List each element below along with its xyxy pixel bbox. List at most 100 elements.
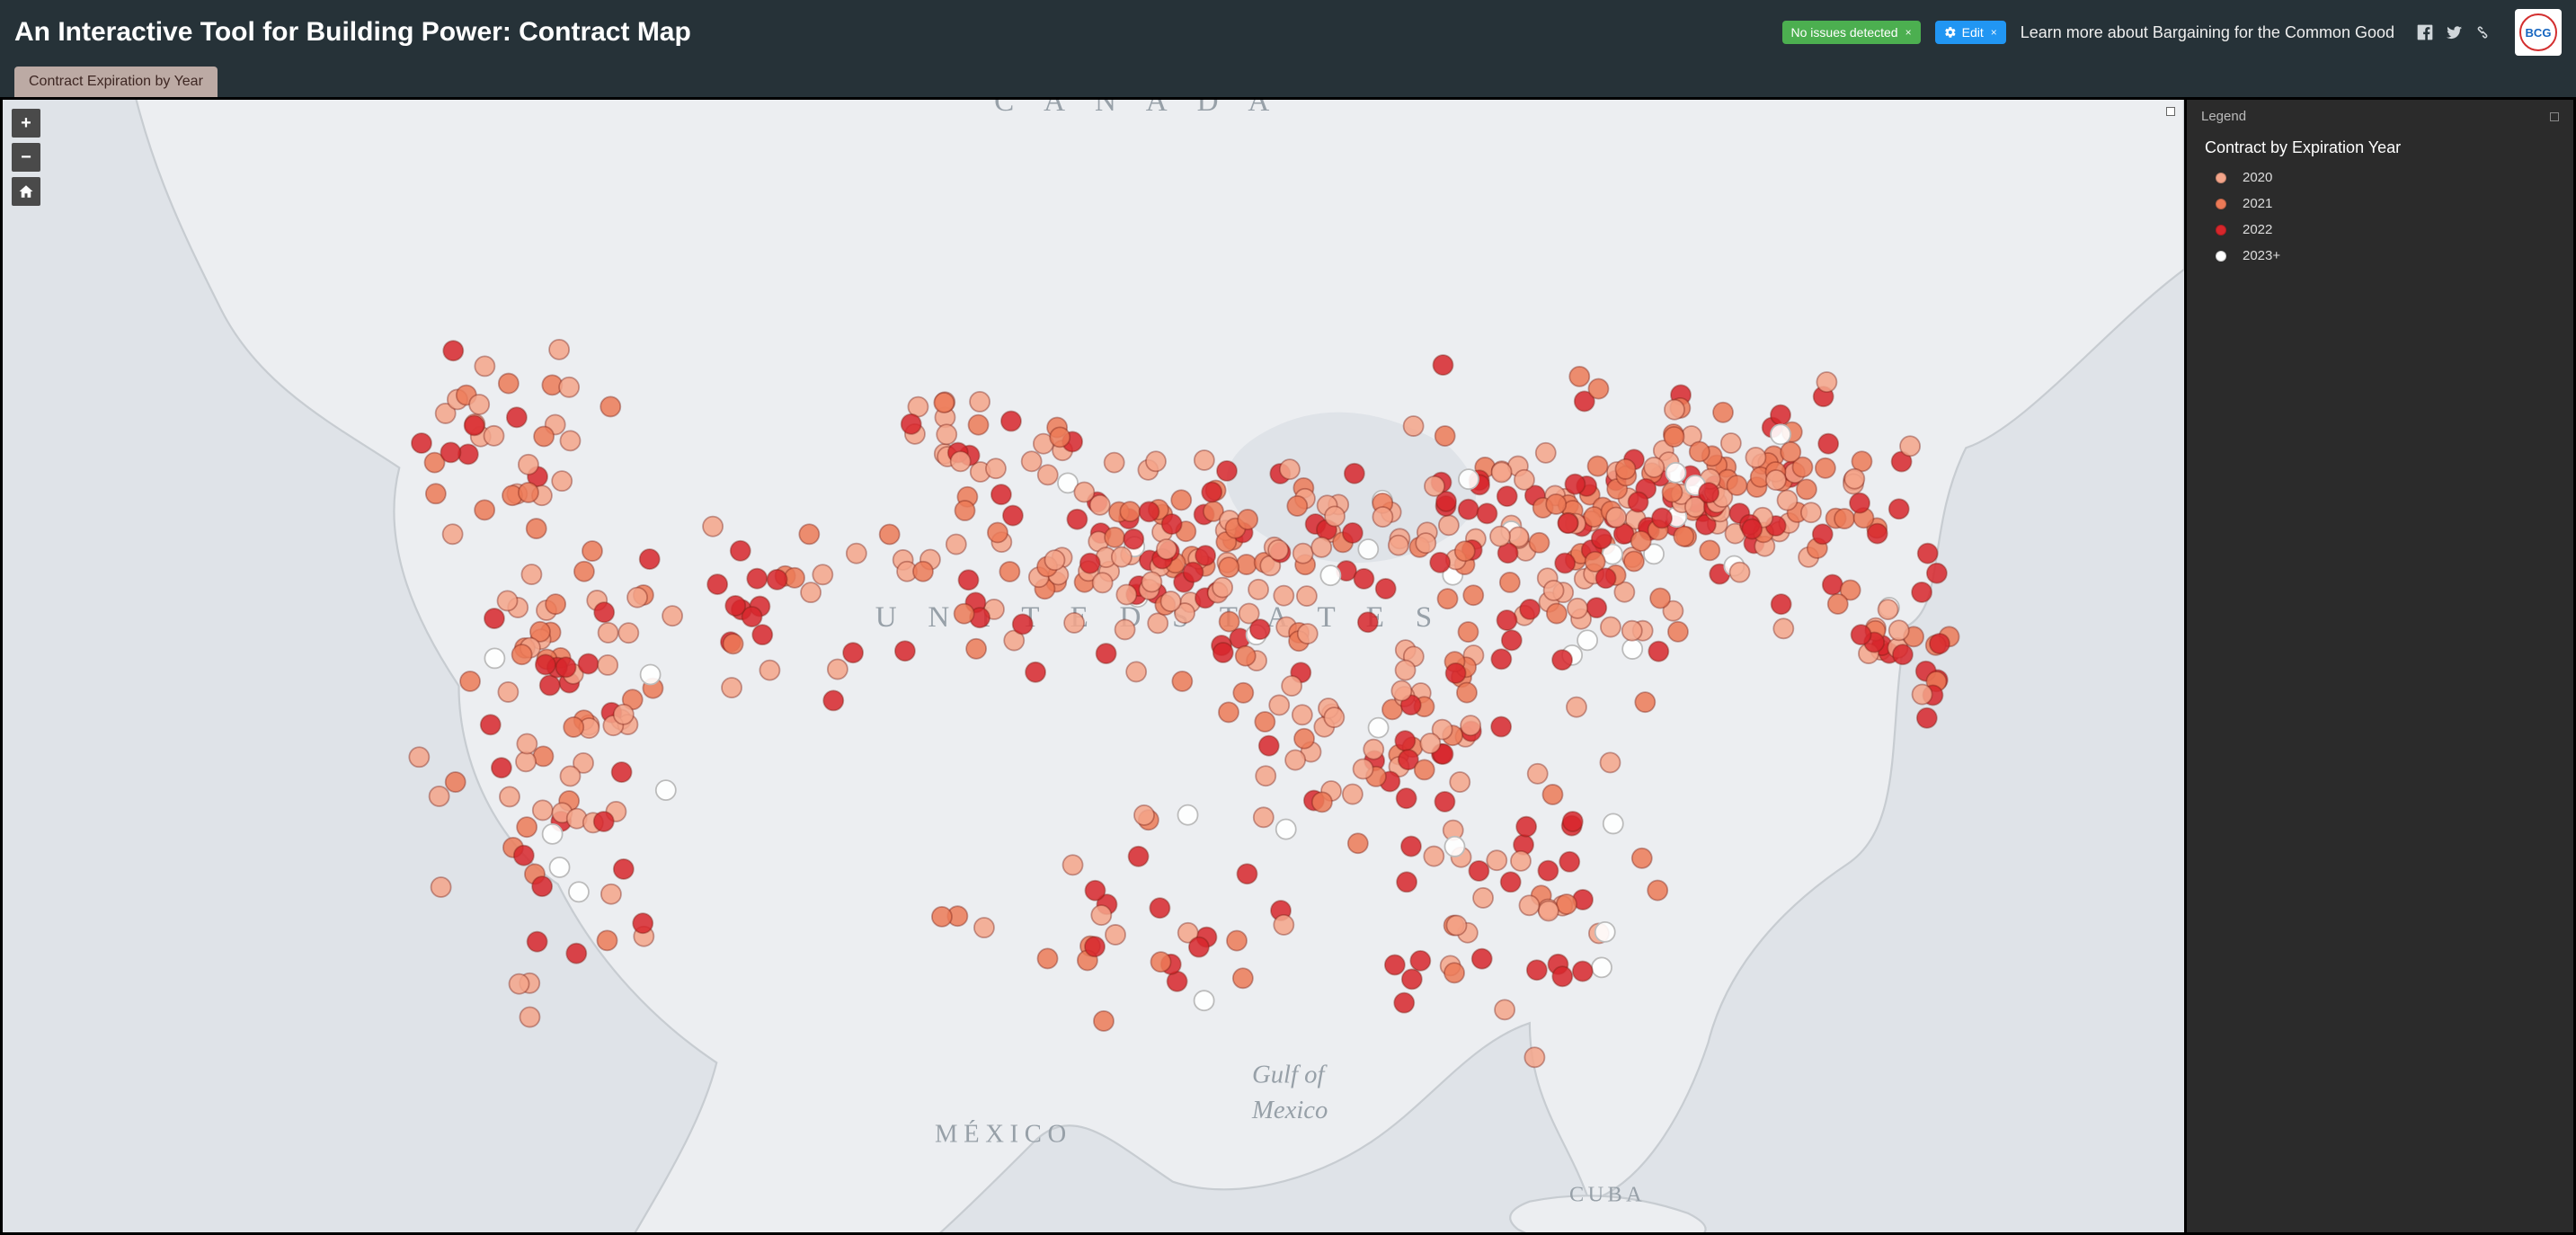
- data-point[interactable]: [1813, 524, 1833, 544]
- data-point[interactable]: [564, 717, 583, 737]
- data-point[interactable]: [1624, 551, 1644, 571]
- data-point[interactable]: [1395, 731, 1415, 751]
- data-point[interactable]: [614, 859, 634, 879]
- data-point[interactable]: [574, 562, 594, 582]
- data-point[interactable]: [1219, 557, 1239, 577]
- data-point[interactable]: [1105, 528, 1124, 547]
- data-point[interactable]: [1828, 594, 1848, 614]
- data-point[interactable]: [540, 675, 560, 695]
- data-point[interactable]: [1595, 922, 1615, 942]
- data-point[interactable]: [768, 570, 787, 590]
- data-point[interactable]: [1255, 712, 1275, 732]
- data-point[interactable]: [1237, 555, 1257, 574]
- data-point[interactable]: [1269, 695, 1289, 715]
- data-point[interactable]: [1022, 451, 1042, 471]
- data-point[interactable]: [1690, 441, 1710, 461]
- data-point[interactable]: [1085, 937, 1105, 956]
- close-icon[interactable]: ×: [1991, 26, 1997, 39]
- data-point[interactable]: [1397, 788, 1417, 808]
- data-point[interactable]: [1256, 766, 1275, 786]
- data-point[interactable]: [1401, 837, 1421, 857]
- data-point[interactable]: [1139, 502, 1159, 521]
- data-point[interactable]: [1248, 580, 1268, 600]
- data-point[interactable]: [1567, 697, 1586, 717]
- data-point[interactable]: [991, 484, 1011, 504]
- data-point[interactable]: [1539, 901, 1559, 920]
- data-point[interactable]: [1459, 469, 1479, 489]
- data-point[interactable]: [1093, 573, 1113, 592]
- data-point[interactable]: [1358, 539, 1378, 559]
- data-point[interactable]: [1773, 618, 1793, 638]
- data-point[interactable]: [1889, 620, 1909, 640]
- data-point[interactable]: [601, 884, 621, 904]
- data-point[interactable]: [1435, 792, 1454, 812]
- data-point[interactable]: [1552, 966, 1572, 986]
- data-point[interactable]: [1227, 931, 1247, 951]
- data-point[interactable]: [1771, 405, 1790, 425]
- data-point[interactable]: [1420, 733, 1440, 753]
- data-point[interactable]: [582, 541, 602, 561]
- data-point[interactable]: [843, 643, 863, 662]
- data-point[interactable]: [1298, 624, 1318, 644]
- data-point[interactable]: [1120, 502, 1140, 521]
- data-point[interactable]: [759, 661, 779, 680]
- data-point[interactable]: [1343, 523, 1363, 543]
- data-point[interactable]: [1596, 568, 1616, 588]
- data-point[interactable]: [1777, 491, 1797, 511]
- bcg-logo[interactable]: BCG: [2515, 9, 2562, 56]
- data-point[interactable]: [569, 882, 589, 902]
- tab-contract-expiration[interactable]: Contract Expiration by Year: [14, 67, 218, 97]
- data-point[interactable]: [1817, 372, 1836, 392]
- data-point[interactable]: [1727, 475, 1746, 495]
- data-point[interactable]: [1044, 550, 1064, 570]
- data-point[interactable]: [1364, 740, 1383, 760]
- data-point[interactable]: [1446, 916, 1466, 936]
- data-point[interactable]: [902, 414, 921, 434]
- data-point[interactable]: [1563, 812, 1583, 831]
- data-point[interactable]: [1129, 847, 1149, 866]
- data-point[interactable]: [1402, 969, 1422, 989]
- zoom-out-button[interactable]: −: [12, 143, 40, 172]
- data-point[interactable]: [1195, 450, 1214, 470]
- issues-badge[interactable]: No issues detected ×: [1782, 21, 1921, 44]
- data-point[interactable]: [1771, 424, 1790, 444]
- data-point[interactable]: [1889, 499, 1909, 519]
- data-point[interactable]: [594, 812, 614, 831]
- close-icon[interactable]: ×: [1905, 26, 1912, 39]
- data-point[interactable]: [1134, 805, 1154, 825]
- data-point[interactable]: [1918, 544, 1938, 564]
- data-point[interactable]: [1444, 837, 1464, 857]
- data-point[interactable]: [1615, 459, 1635, 479]
- data-point[interactable]: [801, 582, 821, 602]
- data-point[interactable]: [499, 374, 519, 394]
- data-point[interactable]: [932, 907, 952, 927]
- data-point[interactable]: [1487, 850, 1506, 870]
- data-point[interactable]: [1527, 960, 1547, 980]
- data-point[interactable]: [1415, 760, 1435, 779]
- data-point[interactable]: [1397, 872, 1417, 892]
- data-point[interactable]: [430, 786, 449, 806]
- data-point[interactable]: [1823, 575, 1843, 595]
- data-point[interactable]: [497, 591, 517, 610]
- data-point[interactable]: [1172, 671, 1192, 691]
- data-point[interactable]: [1345, 464, 1364, 484]
- data-point[interactable]: [1516, 817, 1536, 837]
- data-point[interactable]: [1433, 355, 1452, 375]
- data-point[interactable]: [1491, 649, 1511, 669]
- data-point[interactable]: [1491, 716, 1511, 736]
- data-point[interactable]: [1177, 805, 1197, 825]
- data-point[interactable]: [440, 442, 460, 462]
- data-point[interactable]: [599, 623, 618, 643]
- data-point[interactable]: [1189, 937, 1209, 957]
- data-point[interactable]: [913, 562, 933, 582]
- data-point[interactable]: [1003, 506, 1023, 526]
- data-point[interactable]: [731, 541, 751, 561]
- data-point[interactable]: [1592, 957, 1612, 977]
- data-point[interactable]: [1324, 707, 1344, 727]
- data-point[interactable]: [703, 517, 723, 537]
- data-point[interactable]: [552, 471, 572, 491]
- data-point[interactable]: [1115, 619, 1135, 639]
- data-point[interactable]: [1900, 436, 1920, 456]
- data-point[interactable]: [1552, 650, 1572, 670]
- data-point[interactable]: [514, 846, 534, 866]
